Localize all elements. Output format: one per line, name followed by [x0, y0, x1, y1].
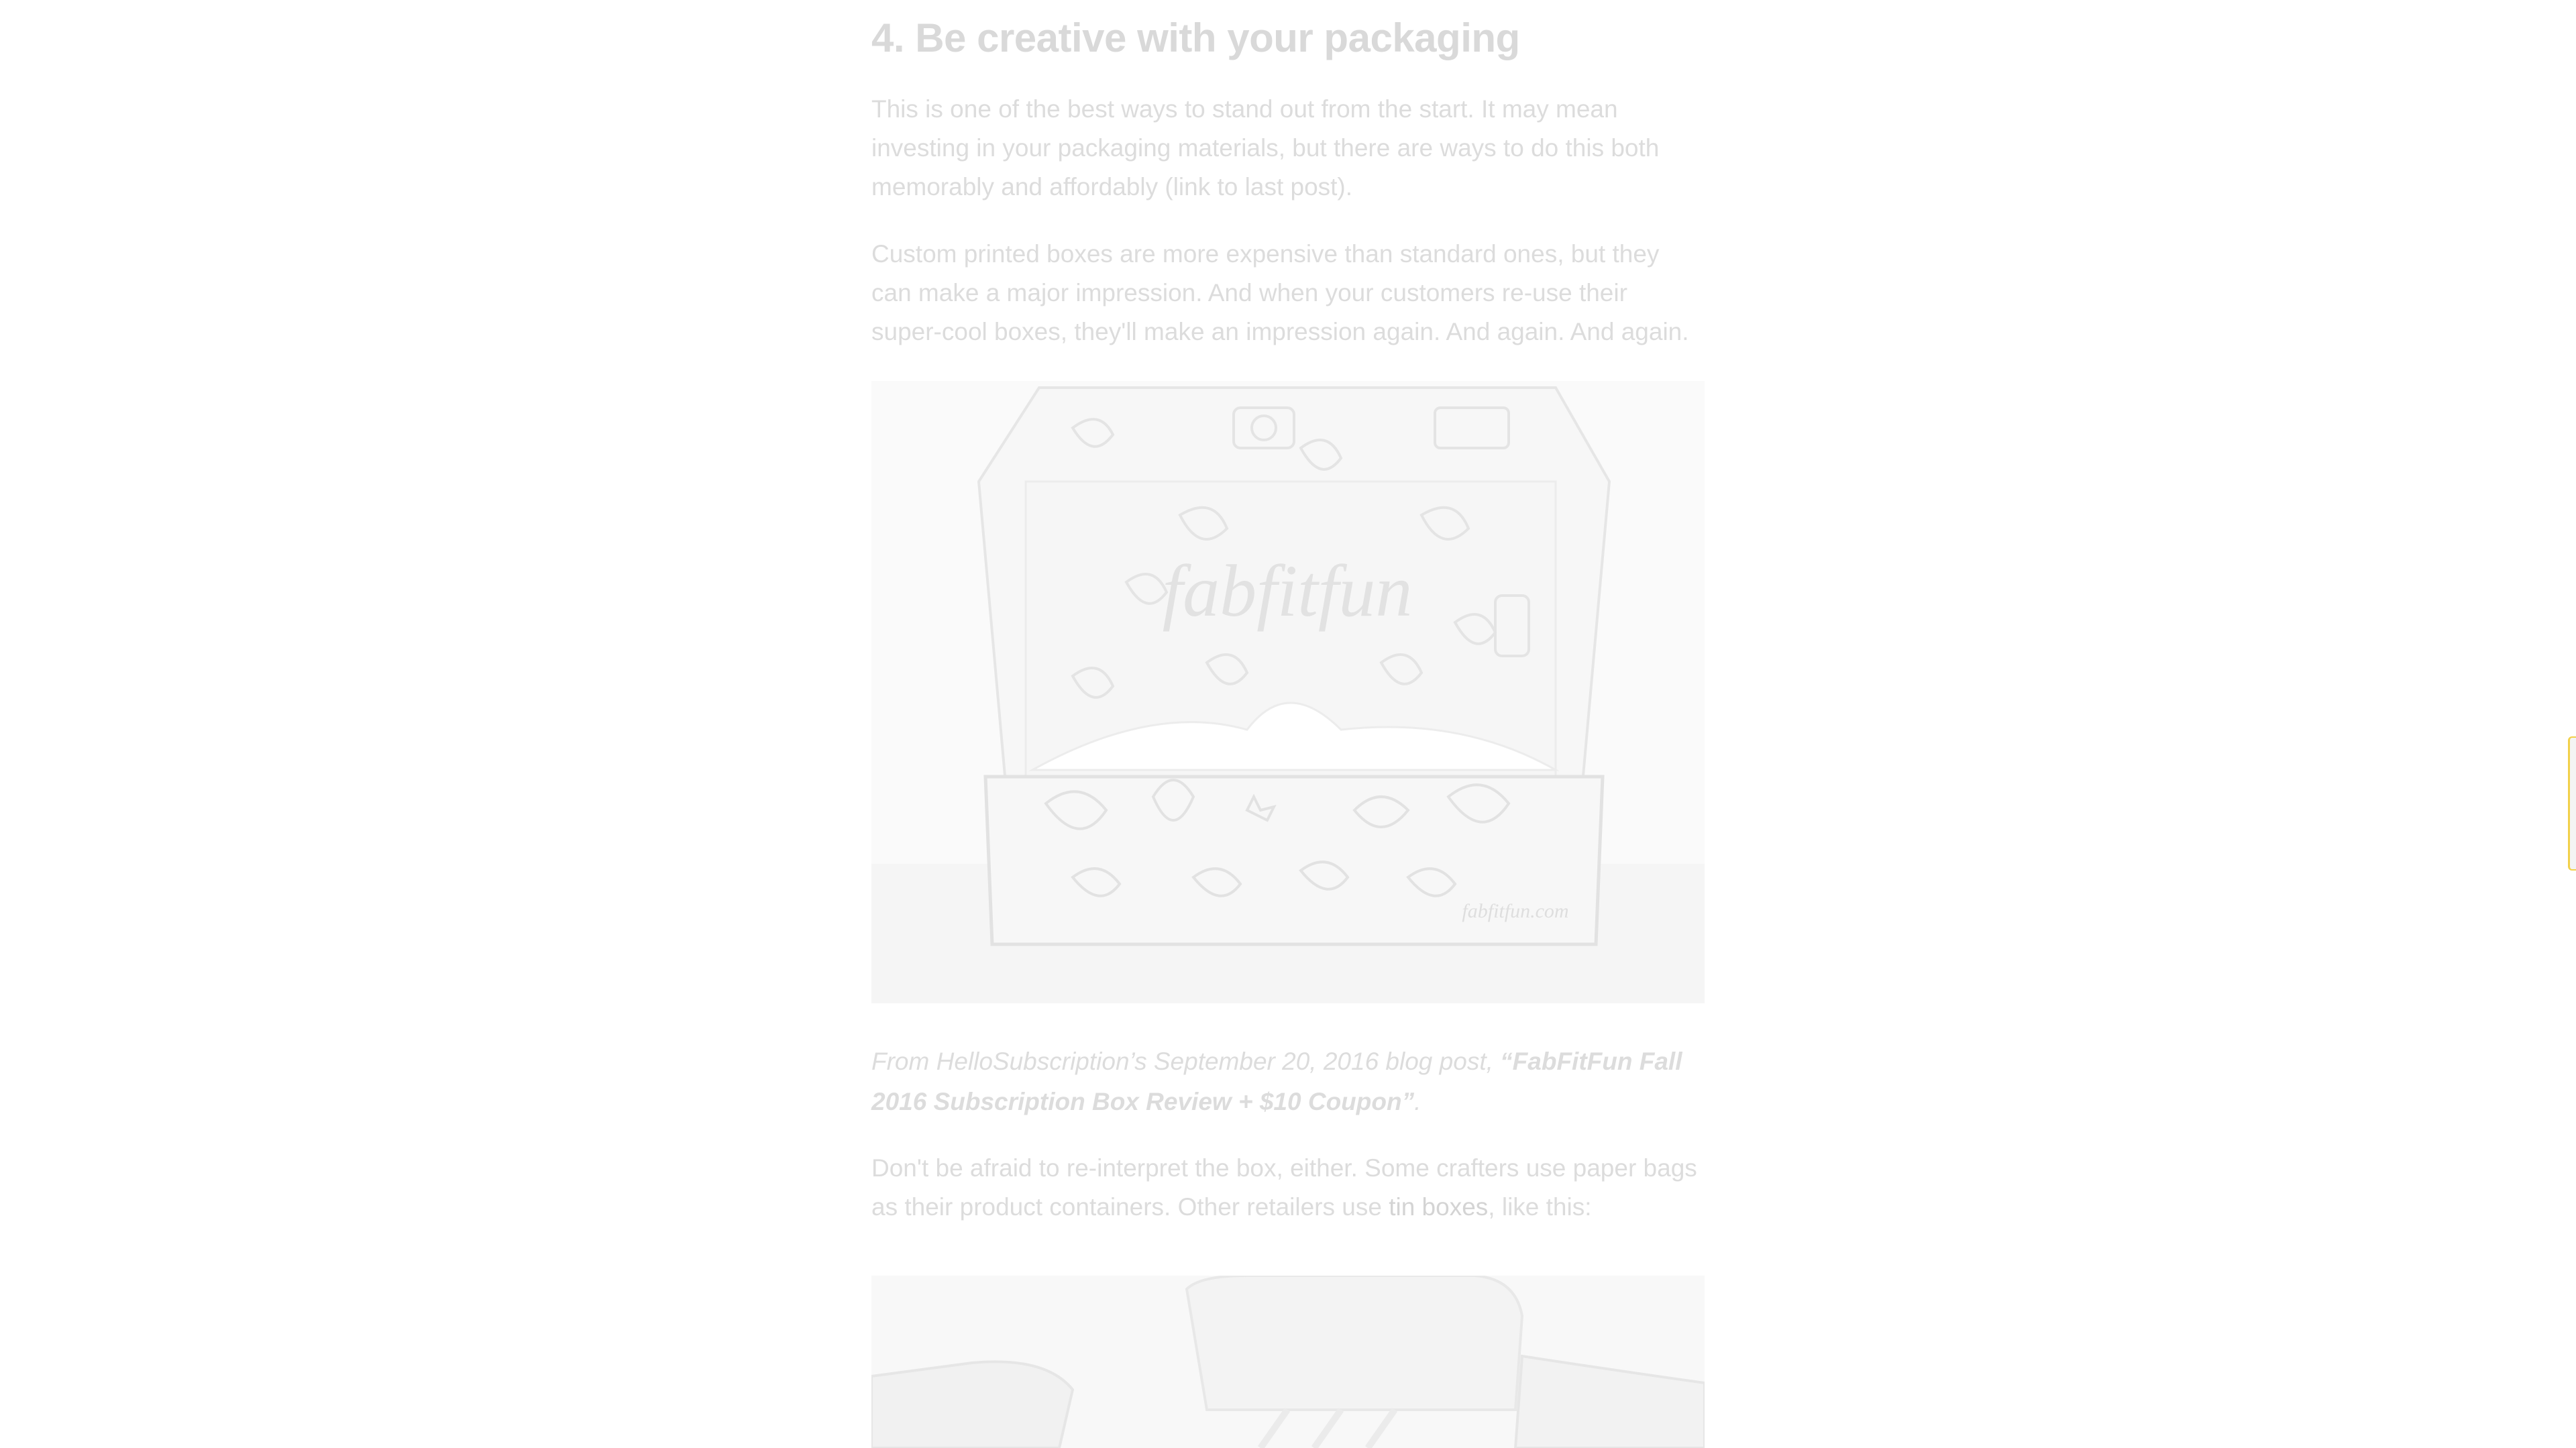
tin-boxes-link[interactable]: tin boxes	[1389, 1193, 1488, 1221]
fabfitfun-box-image: fabfitfun fabfitfun.com	[871, 381, 1705, 1003]
paragraph-packaging-intro: This is one of the best ways to stand ou…	[871, 95, 1660, 201]
box-front-logo: fabfitfun.com	[1462, 900, 1568, 922]
page: 4. Be creative with your packaging This …	[0, 0, 2576, 1448]
paragraph-3-end: , like this:	[1488, 1193, 1592, 1221]
paragraph-custom-boxes: Custom printed boxes are more expensive …	[871, 240, 1689, 345]
section-heading: 4. Be creative with your packaging	[871, 15, 1520, 60]
box-inner-logo: fabfitfun	[1163, 550, 1413, 632]
image-caption: From HelloSubscription’s September 20, 2…	[871, 1042, 1705, 1122]
feedback-side-tab[interactable]	[2568, 736, 2576, 871]
tin-box-image	[871, 1276, 1705, 1448]
paragraph-reinterpret-box: Don't be afraid to re-interpret the box,…	[871, 1149, 1705, 1227]
caption-prefix: From HelloSubscription’s September 20, 2…	[871, 1048, 1501, 1075]
caption-suffix: .	[1414, 1088, 1421, 1115]
